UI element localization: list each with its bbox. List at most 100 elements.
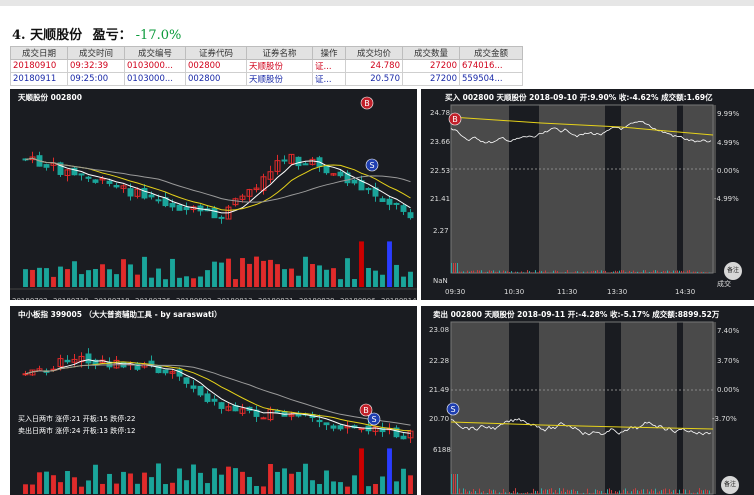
candle-body	[43, 164, 50, 168]
volume-bar	[394, 264, 399, 287]
volume-bar	[310, 480, 315, 494]
volume-bar	[643, 489, 644, 494]
volume-bar	[170, 258, 175, 287]
volume-bar	[156, 268, 161, 287]
volume-bar	[254, 485, 259, 494]
volume-bar	[559, 488, 560, 494]
volume-bar	[565, 492, 566, 494]
candle-body	[127, 188, 134, 197]
volume-bar	[521, 493, 522, 494]
date-label: 20180718	[94, 297, 130, 300]
trade-table: 成交日期 成交时间 成交编号 证券代码 证券名称 操作 成交均价 成交数量 成交…	[10, 46, 523, 86]
volume-bar	[515, 488, 516, 494]
volume-bar	[535, 270, 536, 273]
table-row: 20180911 09:25:00 0103000... 002800 天顺股份…	[10, 72, 523, 86]
volume-bar	[114, 483, 119, 494]
stock-chart-title: 天顺股份 002800	[18, 93, 82, 102]
volume-bar	[93, 464, 98, 494]
volume-bar	[100, 264, 105, 287]
volume-bar	[509, 271, 510, 273]
candle-body	[176, 204, 183, 211]
volume-bar	[212, 261, 217, 287]
volume-bar	[467, 491, 468, 494]
volume-bar	[667, 493, 668, 494]
volume-bar	[219, 262, 224, 287]
volume-bar	[247, 476, 252, 494]
volume-bar	[481, 492, 482, 494]
volume-bar	[499, 270, 500, 273]
date-label: 20180829	[299, 297, 335, 300]
volume-bar	[701, 271, 702, 273]
buy-axis-left-1: 23.66	[430, 138, 451, 146]
volume-bar	[671, 272, 672, 273]
volume-bar	[469, 271, 470, 273]
volume-bar	[693, 492, 694, 494]
cell-date: 20180911	[10, 72, 68, 86]
candle-body	[281, 159, 288, 162]
marker-label: S	[369, 161, 374, 170]
volume-bar	[589, 493, 590, 494]
buy-axis-right-extra: 成交	[717, 280, 731, 288]
volume-bar	[493, 489, 494, 494]
note-button[interactable]: 备注	[724, 262, 742, 280]
volume-bar	[401, 276, 406, 287]
buy-axis-right-0: 9.99%	[717, 110, 740, 118]
volume-bar	[289, 473, 294, 494]
volume-bar	[455, 263, 456, 273]
volume-bar	[352, 279, 357, 287]
volume-bar	[387, 448, 392, 494]
date-label: 20180702	[12, 297, 48, 300]
volume-bar	[523, 272, 524, 273]
time-label: 10:30	[504, 288, 525, 296]
volume-bar	[597, 490, 598, 494]
volume-bar	[142, 256, 147, 287]
candle-body	[197, 385, 204, 396]
volume-bar	[275, 264, 280, 287]
volume-bar	[135, 274, 140, 287]
volume-bar	[645, 270, 646, 273]
volume-bar	[100, 483, 105, 494]
volume-bar	[657, 492, 658, 494]
volume-bar	[665, 271, 666, 273]
volume-bar	[631, 491, 632, 494]
volume-bar	[505, 492, 506, 494]
candle-body	[400, 205, 407, 212]
volume-bar	[268, 259, 273, 287]
volume-bar	[537, 272, 538, 273]
buy-axis-left-0: 24.78	[430, 109, 451, 117]
volume-bar	[205, 483, 210, 494]
volume-bar	[481, 270, 482, 273]
marker-label: S	[450, 405, 455, 414]
volume-bar	[495, 490, 496, 494]
volume-bar	[677, 492, 678, 494]
volume-bar	[303, 256, 308, 287]
candle-body	[379, 198, 386, 202]
volume-bar	[459, 271, 460, 273]
volume-bar	[683, 489, 684, 494]
volume-bar	[571, 489, 572, 494]
cell-trade-no: 0103000...	[124, 59, 186, 73]
volume-bar	[254, 256, 259, 287]
note-button[interactable]: 备注	[721, 476, 739, 494]
candle-body	[169, 202, 176, 208]
col-time: 成交时间	[67, 46, 125, 60]
pnl-label: 盈亏：	[92, 28, 132, 43]
volume-bar	[561, 491, 562, 494]
candle-body	[393, 202, 400, 205]
sell-axis-right-2: 0.00%	[717, 386, 740, 394]
volume-bar	[65, 471, 70, 494]
volume-bar	[373, 484, 378, 494]
volume-bar	[86, 480, 91, 494]
volume-bar	[679, 489, 680, 494]
col-name: 证券名称	[246, 46, 313, 60]
buy-intraday-canvas: B	[448, 104, 716, 274]
volume-bar	[581, 493, 582, 494]
volume-bar	[687, 270, 688, 273]
volume-bar	[655, 270, 656, 273]
sell-axis-left-2: 21.49	[429, 386, 450, 394]
time-label: 09:30	[445, 288, 466, 296]
volume-bar	[633, 270, 634, 273]
cell-date: 20180910	[10, 59, 68, 73]
volume-bar	[30, 484, 35, 494]
volume-bar	[661, 490, 662, 494]
